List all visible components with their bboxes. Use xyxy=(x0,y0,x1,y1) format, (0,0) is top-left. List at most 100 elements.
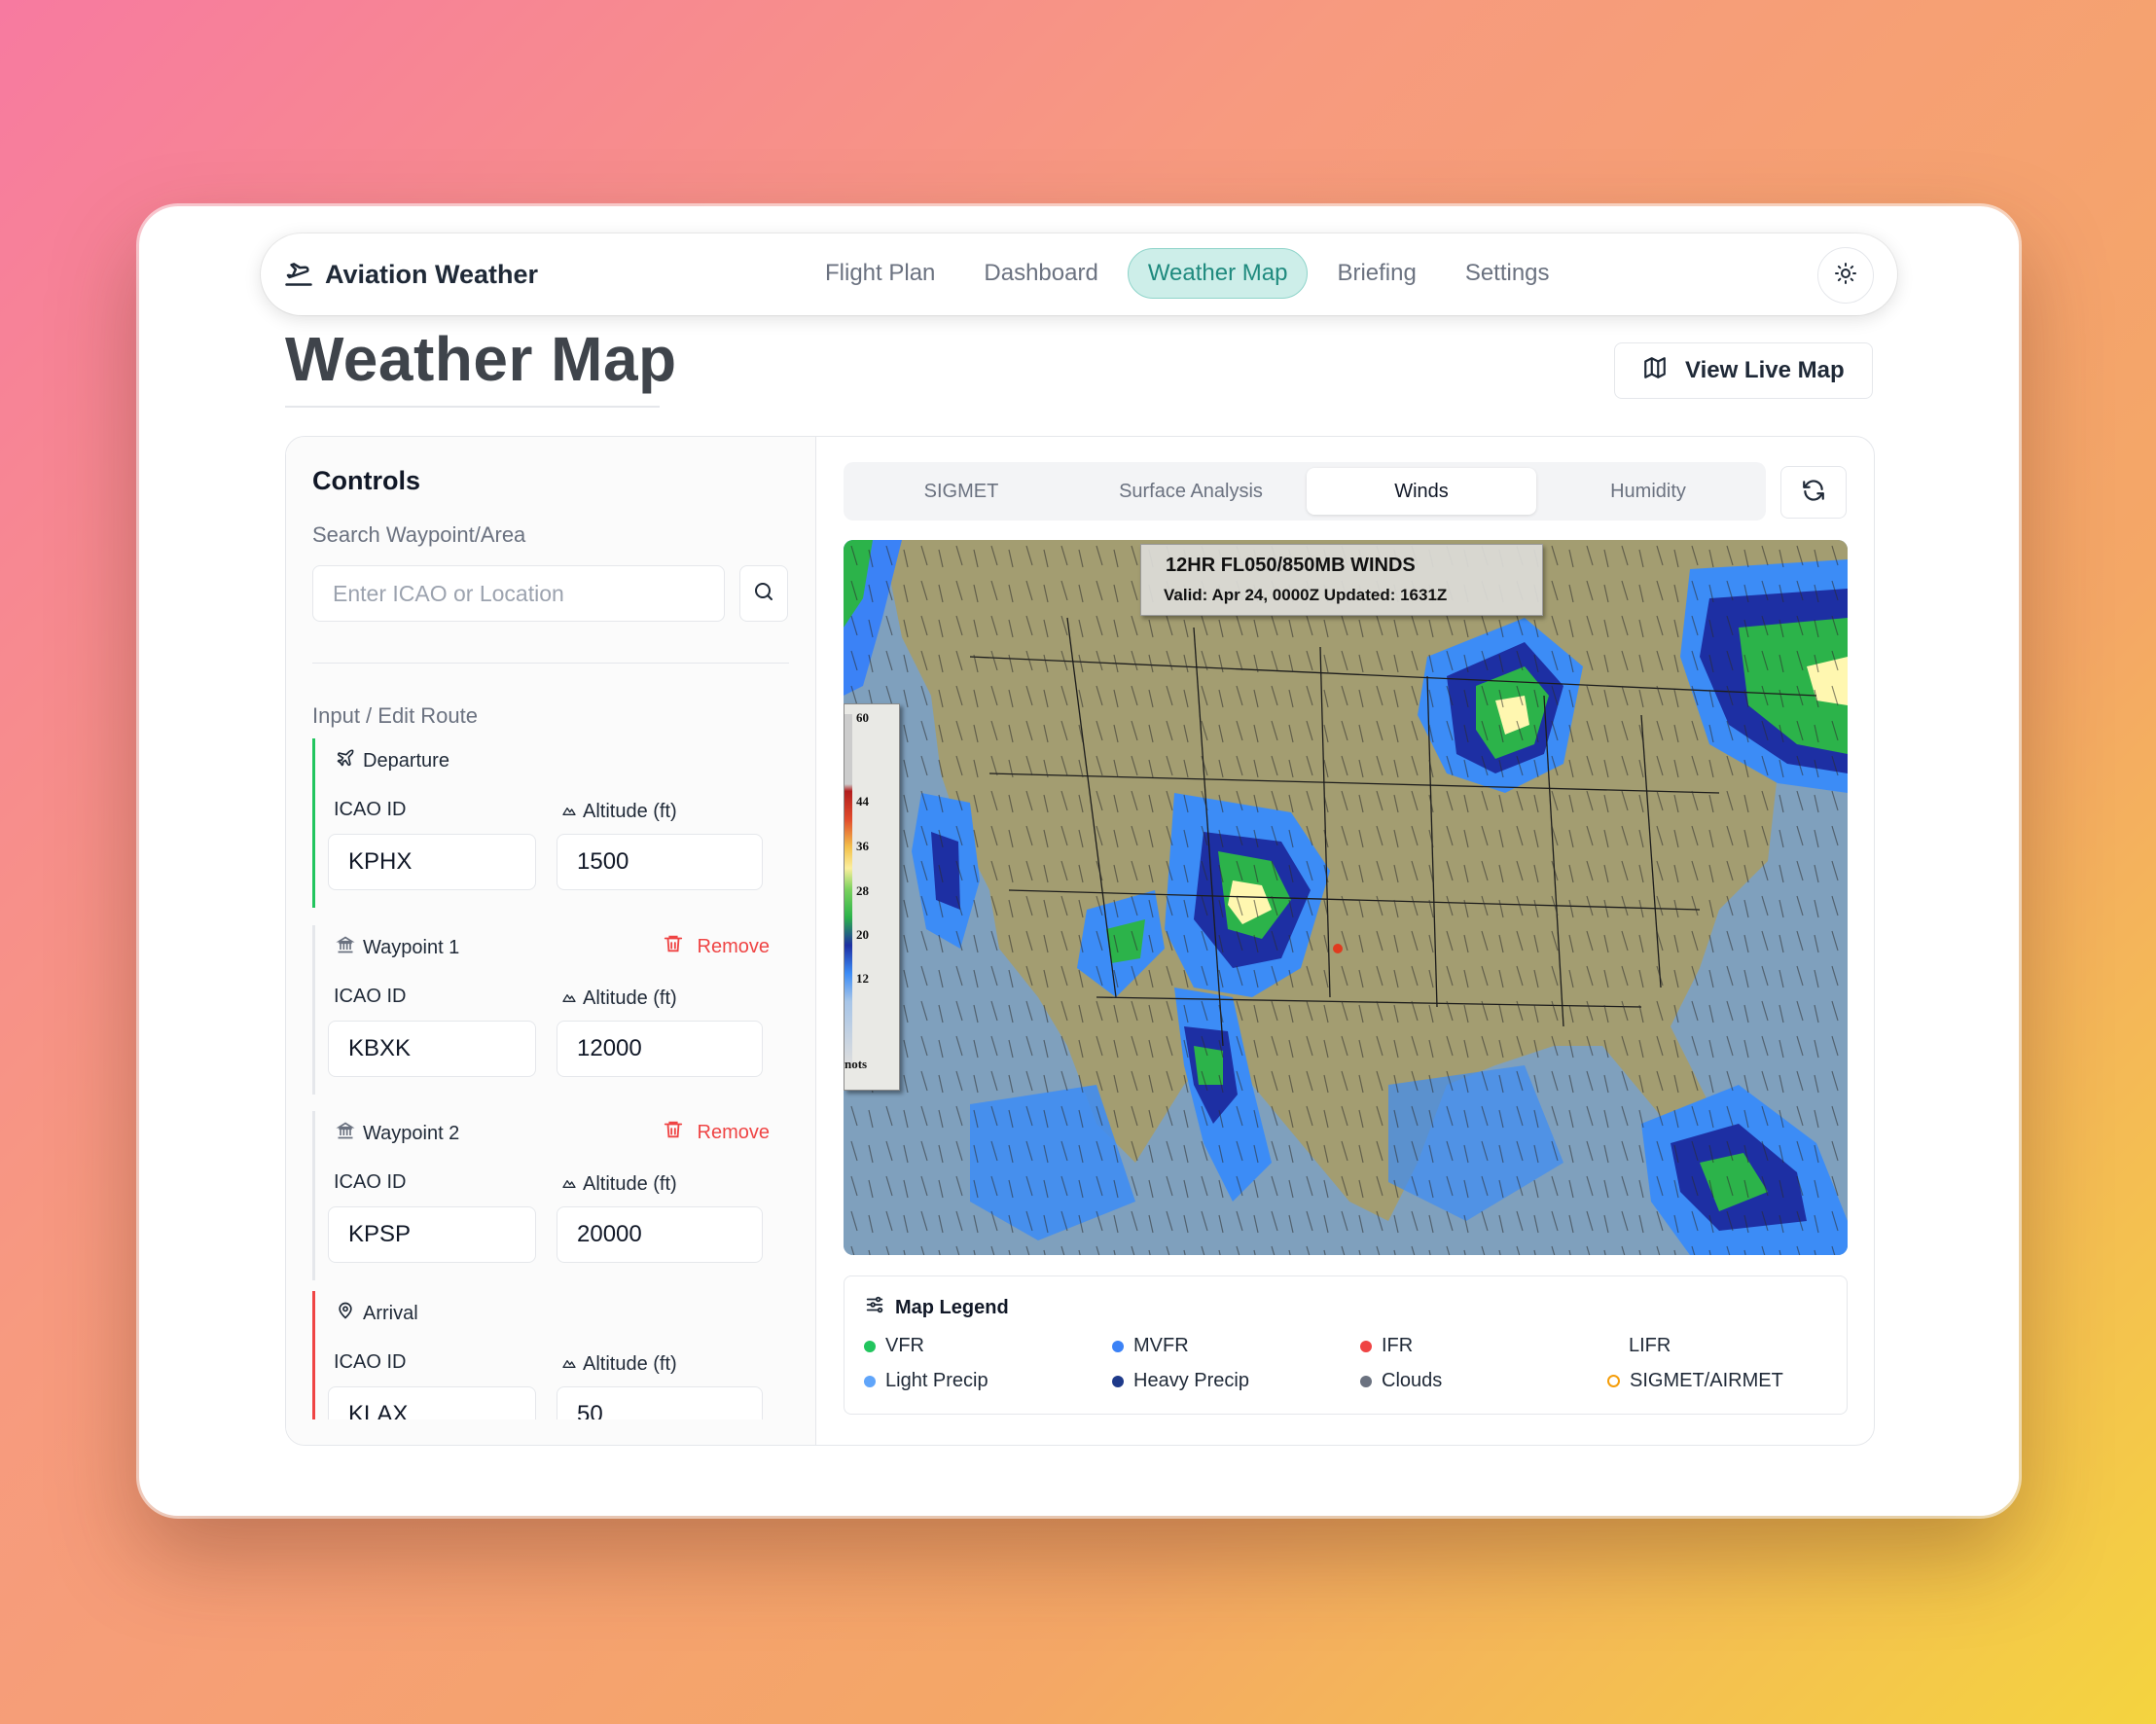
legend-dot xyxy=(864,1340,876,1352)
sun-icon xyxy=(1834,262,1857,290)
stop-header: Waypoint 2 xyxy=(336,1121,459,1146)
scale-label: 60 xyxy=(856,710,869,725)
altitude-label: Altitude (ft) xyxy=(561,1353,677,1376)
tab-winds[interactable]: Winds xyxy=(1307,468,1536,515)
route-label: Input / Edit Route xyxy=(312,703,478,728)
departure-icao-input[interactable] xyxy=(328,834,536,890)
route-list[interactable]: Departure ICAO ID Altitude (ft) KPHX 150… xyxy=(286,738,815,1419)
legend-dot xyxy=(1112,1340,1124,1352)
altitude-label: Altitude (ft) xyxy=(561,988,677,1010)
legend-ring xyxy=(1607,1375,1620,1387)
trash-icon xyxy=(663,933,684,960)
stop-header: Waypoint 1 xyxy=(336,935,459,960)
tab-humidity[interactable]: Humidity xyxy=(1536,468,1760,515)
stop-name: Waypoint 1 xyxy=(363,936,460,958)
legend-dot xyxy=(1607,1341,1619,1352)
main-nav: Flight Plan Dashboard Weather Map Briefi… xyxy=(806,248,1569,301)
altitude-label-text: Altitude (ft) xyxy=(583,801,677,822)
scale-label: 12 xyxy=(856,971,869,986)
nav-dashboard[interactable]: Dashboard xyxy=(964,248,1117,299)
altitude-label-text: Altitude (ft) xyxy=(583,1173,677,1195)
scale-label: 44 xyxy=(856,794,869,808)
plane-landing-icon xyxy=(284,258,313,292)
stop-accent-bar xyxy=(312,925,315,1095)
search-label: Search Waypoint/Area xyxy=(312,522,526,547)
app-title: Aviation Weather xyxy=(325,259,539,289)
app-window: Aviation Weather Flight Plan Dashboard W… xyxy=(139,206,2019,1516)
landmark-icon xyxy=(336,1121,355,1146)
altitude-label-text: Altitude (ft) xyxy=(583,988,677,1009)
legend-label: Light Precip xyxy=(885,1370,988,1391)
legend-title: Map Legend xyxy=(895,1296,1009,1318)
landmark-icon xyxy=(336,935,355,960)
legend-item-mvfr: MVFR xyxy=(1112,1335,1189,1357)
arrival-icao-input[interactable] xyxy=(328,1386,536,1419)
tab-surface-analysis[interactable]: Surface Analysis xyxy=(1079,468,1303,515)
nav-weather-map[interactable]: Weather Map xyxy=(1127,248,1309,299)
mountain-icon xyxy=(561,801,577,823)
stop-accent-bar xyxy=(312,738,315,908)
nav-briefing[interactable]: Briefing xyxy=(1317,248,1435,299)
remove-waypoint-1-button[interactable]: Remove xyxy=(663,933,770,960)
mountain-icon xyxy=(561,1173,577,1196)
route-stop-departure: Departure ICAO ID Altitude (ft) xyxy=(312,738,789,908)
map-overlay-valid: Valid: Apr 24, 0000Z Updated: 1631Z xyxy=(1164,586,1448,604)
map-pin-icon xyxy=(336,1301,355,1326)
arrival-altitude-input[interactable] xyxy=(557,1386,763,1419)
altitude-label-text: Altitude (ft) xyxy=(583,1353,677,1375)
view-live-map-label: View Live Map xyxy=(1685,357,1845,383)
scale-label: 20 xyxy=(856,927,869,942)
controls-panel: Controls Search Waypoint/Area Input / Ed… xyxy=(286,437,816,1445)
waypoint-1-altitude-input[interactable] xyxy=(557,1021,763,1077)
theme-toggle-button[interactable] xyxy=(1817,247,1874,304)
brand[interactable]: Aviation Weather xyxy=(284,233,538,315)
legend-dot xyxy=(1112,1375,1124,1387)
main-card: Controls Search Waypoint/Area Input / Ed… xyxy=(285,436,1875,1446)
map-overlay-caption: 12HR FL050/850MB WINDS Valid: Apr 24, 00… xyxy=(1140,544,1543,616)
route-stop-waypoint-1: Waypoint 1 Remove ICAO ID Altitude (ft) xyxy=(312,925,789,1095)
search-icon xyxy=(752,580,775,608)
legend-item-ifr: IFR xyxy=(1360,1335,1413,1357)
stop-accent-bar xyxy=(312,1291,315,1419)
sliders-icon xyxy=(864,1294,885,1321)
search-button[interactable] xyxy=(739,565,788,622)
stop-name: Departure xyxy=(363,749,449,772)
map-overlay-title: 12HR FL050/850MB WINDS xyxy=(1166,555,1416,576)
scale-label: 28 xyxy=(856,883,869,898)
legend-item-lifr: LIFR xyxy=(1607,1335,1671,1357)
wind-speed-scale: 60 44 36 28 20 12 nots xyxy=(844,703,900,1091)
plane-takeoff-icon xyxy=(336,748,355,773)
waypoint-1-icao-input[interactable] xyxy=(328,1021,536,1077)
scale-color-ramp xyxy=(844,714,852,1064)
waypoint-2-icao-input[interactable] xyxy=(328,1206,536,1263)
remove-waypoint-2-button[interactable]: Remove xyxy=(663,1119,770,1146)
weather-map-image xyxy=(844,540,1848,1255)
nav-flight-plan[interactable]: Flight Plan xyxy=(806,248,954,299)
weather-map[interactable]: 12HR FL050/850MB WINDS Valid: Apr 24, 00… xyxy=(844,540,1848,1255)
stop-header: Departure xyxy=(336,748,449,773)
legend-title-row: Map Legend xyxy=(864,1294,1009,1321)
legend-label: Clouds xyxy=(1382,1370,1443,1391)
waypoint-2-altitude-input[interactable] xyxy=(557,1206,763,1263)
page-title: Weather Map xyxy=(285,324,677,394)
refresh-button[interactable] xyxy=(1780,466,1847,519)
tab-sigmet[interactable]: SIGMET xyxy=(849,468,1073,515)
icao-label: ICAO ID xyxy=(334,1171,407,1193)
legend-label: LIFR xyxy=(1629,1335,1671,1356)
nav-settings[interactable]: Settings xyxy=(1446,248,1569,299)
search-input[interactable] xyxy=(312,565,725,622)
icao-label: ICAO ID xyxy=(334,799,407,820)
route-stop-waypoint-2: Waypoint 2 Remove ICAO ID Altitude (ft) xyxy=(312,1111,789,1280)
view-live-map-button[interactable]: View Live Map xyxy=(1614,342,1873,399)
icao-label: ICAO ID xyxy=(334,1351,407,1373)
map-icon xyxy=(1642,355,1668,387)
mountain-icon xyxy=(561,988,577,1010)
departure-altitude-input[interactable] xyxy=(557,834,763,890)
altitude-label: Altitude (ft) xyxy=(561,1173,677,1196)
stop-name: Arrival xyxy=(363,1302,418,1324)
mountain-icon xyxy=(561,1353,577,1376)
route-stop-arrival: Arrival ICAO ID Altitude (ft) xyxy=(312,1291,789,1419)
legend-label: IFR xyxy=(1382,1335,1414,1356)
legend-dot xyxy=(1360,1375,1372,1387)
stop-name: Waypoint 2 xyxy=(363,1122,460,1144)
